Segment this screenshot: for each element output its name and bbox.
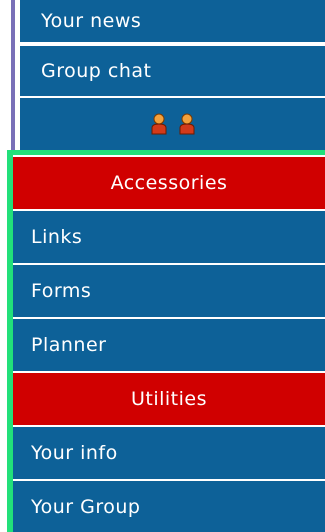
menu-item-label: Your info — [31, 442, 118, 464]
online-users — [150, 113, 196, 135]
user-icon[interactable] — [150, 113, 168, 135]
menu-item-label: Your news — [41, 10, 142, 32]
section-header-label: Accessories — [110, 172, 228, 194]
section-header-label: Utilities — [130, 388, 207, 410]
menu-item-label: Links — [31, 226, 83, 248]
menu-item-your-news[interactable]: Your news — [20, 0, 325, 44]
menu-item-label: Group chat — [41, 60, 152, 82]
menu-item-your-group[interactable]: Your Group — [13, 481, 325, 532]
menu-item-your-info[interactable]: Your info — [13, 427, 325, 481]
menu-item-planner[interactable]: Planner — [13, 319, 325, 373]
menu-item-links[interactable]: Links — [13, 211, 325, 265]
menu-item-label: Planner — [31, 334, 107, 356]
top-menu-section: Your news Group chat — [0, 0, 325, 150]
menu-item-label: Your Group — [31, 495, 141, 518]
online-users-row[interactable] — [20, 98, 325, 150]
utilities-header: Utilities — [13, 373, 325, 427]
menu-item-forms[interactable]: Forms — [13, 265, 325, 319]
accessories-header: Accessories — [13, 157, 325, 211]
menu-item-label: Forms — [31, 280, 92, 302]
user-icon[interactable] — [178, 113, 196, 135]
menu-item-group-chat[interactable]: Group chat — [20, 46, 325, 98]
sidebar-menu: Your news Group chat Accessories Links F… — [0, 0, 325, 532]
